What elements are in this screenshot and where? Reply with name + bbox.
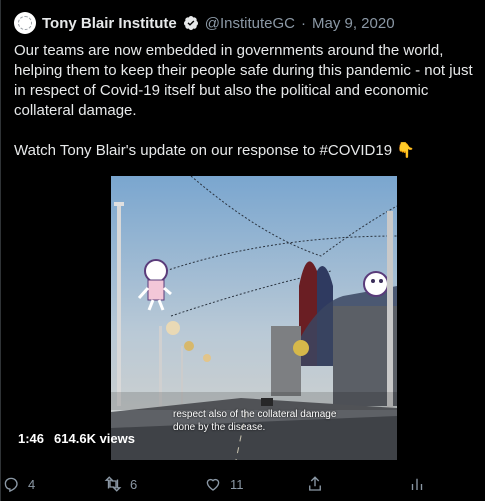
like-button[interactable]: 11 [204, 470, 244, 498]
verified-badge-icon [183, 16, 198, 31]
retweet-button[interactable]: 6 [104, 470, 137, 498]
meta-separator: · [301, 14, 306, 32]
tweet-paragraph: Watch Tony Blair's update on our respons… [14, 142, 415, 159]
tweet-text: Our teams are now embedded in government… [14, 41, 474, 161]
illuminations-figure [363, 271, 389, 297]
author-name[interactable]: Tony Blair Institute [42, 15, 177, 32]
like-count: 11 [230, 476, 244, 492]
reply-count: 4 [28, 476, 36, 492]
tweet-actions: 4 6 11 [0, 470, 485, 498]
tweet-paragraph: Our teams are now embedded in government… [14, 42, 473, 119]
heart-icon [206, 478, 220, 491]
timeline-divider [0, 0, 1, 501]
institute-logo-icon[interactable] [14, 12, 36, 34]
tweet-header: Tony Blair Institute @InstituteGC · May … [14, 11, 395, 35]
share-icon [309, 476, 321, 491]
analytics-icon [411, 478, 423, 490]
video-player[interactable]: respect also of the collateral damage do… [111, 176, 397, 460]
reply-icon [4, 477, 18, 493]
retweet-icon [104, 476, 122, 492]
reply-button[interactable]: 4 [2, 470, 35, 498]
tweet-card[interactable]: Tony Blair Institute @InstituteGC · May … [0, 0, 485, 501]
video-stats: 1:46 614.6K views [18, 431, 135, 446]
video-duration: 1:46 [18, 431, 45, 446]
share-button[interactable] [306, 470, 324, 498]
tweet-date[interactable]: May 9, 2020 [312, 15, 395, 32]
retweet-count: 6 [130, 476, 138, 492]
video-view-count: 614.6K views [54, 431, 135, 446]
analytics-button[interactable] [408, 470, 426, 498]
author-handle[interactable]: @InstituteGC [205, 15, 295, 32]
video-caption: respect also of the collateral damage do… [173, 409, 337, 433]
